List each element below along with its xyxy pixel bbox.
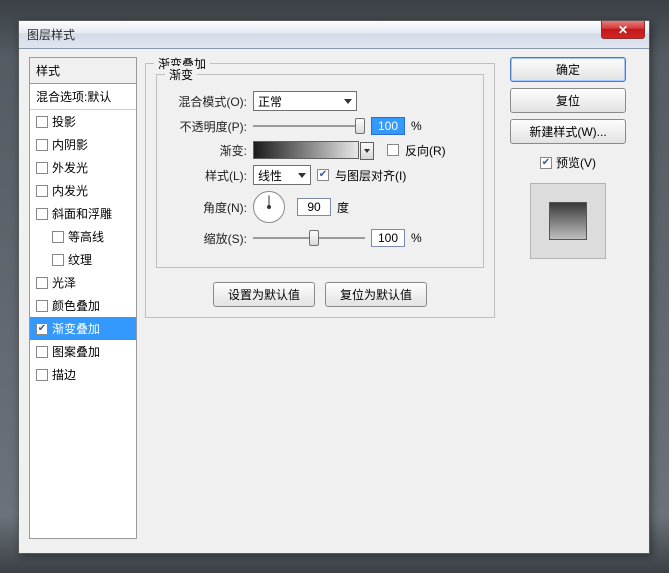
- align-label: 与图层对齐(I): [335, 167, 406, 184]
- scale-row: 缩放(S): 100 %: [169, 229, 471, 247]
- angle-label: 角度(N):: [169, 199, 247, 216]
- style-checkbox[interactable]: [36, 346, 48, 358]
- styles-list: 混合选项:默认投影内阴影外发光内发光斜面和浮雕等高线纹理光泽颜色叠加 ✔ 渐变叠加图…: [29, 83, 137, 539]
- style-item-11[interactable]: 图案叠加: [30, 340, 136, 363]
- styles-header: 样式: [29, 57, 137, 83]
- reset-default-button[interactable]: 复位为默认值: [325, 282, 427, 307]
- style-item-2[interactable]: 内阴影: [30, 133, 136, 156]
- preview-box: [530, 183, 606, 259]
- close-button[interactable]: ✕: [601, 21, 645, 39]
- style-select[interactable]: 线性: [253, 165, 311, 185]
- style-value: 线性: [258, 167, 282, 184]
- style-item-9[interactable]: 颜色叠加: [30, 294, 136, 317]
- gradient-label: 渐变:: [169, 142, 247, 159]
- style-checkbox[interactable]: [36, 116, 48, 128]
- angle-dial[interactable]: [253, 191, 285, 223]
- opacity-label: 不透明度(P):: [169, 118, 247, 135]
- style-item-0[interactable]: 混合选项:默认: [30, 84, 136, 110]
- style-item-label: 颜色叠加: [52, 297, 100, 314]
- scale-label: 缩放(S):: [169, 230, 247, 247]
- style-item-label: 光泽: [52, 274, 76, 291]
- style-item-label: 斜面和浮雕: [52, 205, 112, 222]
- style-item-label: 投影: [52, 113, 76, 130]
- gradient-dropdown[interactable]: [360, 142, 374, 160]
- pct-label: %: [411, 119, 425, 133]
- blend-mode-label: 混合模式(O):: [169, 93, 247, 110]
- chevron-down-icon: [364, 149, 370, 153]
- reverse-label: 反向(R): [405, 142, 446, 159]
- style-item-label: 描边: [52, 366, 76, 383]
- blend-mode-row: 混合模式(O): 正常: [169, 91, 471, 111]
- preview-label: 预览(V): [556, 154, 596, 171]
- style-checkbox[interactable]: [36, 162, 48, 174]
- blend-mode-value: 正常: [258, 93, 282, 110]
- style-item-label: 纹理: [68, 251, 92, 268]
- opacity-slider[interactable]: [253, 118, 365, 134]
- style-item-label: 混合选项:默认: [36, 88, 111, 105]
- right-column: 确定 复位 新建样式(W)... ✔ 预览(V): [503, 57, 633, 543]
- blend-mode-select[interactable]: 正常: [253, 91, 357, 111]
- angle-row: 角度(N): 90 度: [169, 191, 471, 223]
- opacity-input[interactable]: 100: [371, 117, 405, 135]
- style-checkbox[interactable]: [36, 300, 48, 312]
- reverse-checkbox[interactable]: [387, 144, 399, 156]
- ok-button[interactable]: 确定: [510, 57, 626, 82]
- scale-input[interactable]: 100: [371, 229, 405, 247]
- style-checkbox[interactable]: ✔: [36, 323, 48, 335]
- angle-input[interactable]: 90: [297, 198, 331, 216]
- options-column: 渐变叠加 渐变 混合模式(O): 正常 不透明度(P):: [145, 57, 495, 543]
- preview-check-row: ✔ 预览(V): [540, 154, 596, 171]
- dialog-title: 图层样式: [27, 26, 75, 43]
- style-item-label: 外发光: [52, 159, 88, 176]
- dialog-body: 样式 混合选项:默认投影内阴影外发光内发光斜面和浮雕等高线纹理光泽颜色叠加✔渐变…: [19, 49, 649, 553]
- style-checkbox[interactable]: [36, 139, 48, 151]
- style-checkbox[interactable]: [36, 185, 48, 197]
- style-item-5[interactable]: 斜面和浮雕: [30, 202, 136, 225]
- angle-unit: 度: [337, 199, 349, 216]
- pct-label: %: [411, 231, 425, 245]
- style-item-7[interactable]: 纹理: [30, 248, 136, 271]
- gradient-picker[interactable]: [253, 141, 359, 159]
- set-default-button[interactable]: 设置为默认值: [213, 282, 315, 307]
- style-item-4[interactable]: 内发光: [30, 179, 136, 202]
- style-checkbox[interactable]: [52, 231, 64, 243]
- titlebar[interactable]: 图层样式 ✕: [19, 21, 649, 49]
- style-item-6[interactable]: 等高线: [30, 225, 136, 248]
- styles-column: 样式 混合选项:默认投影内阴影外发光内发光斜面和浮雕等高线纹理光泽颜色叠加 ✔ 渐变…: [29, 57, 137, 543]
- style-label: 样式(L):: [169, 167, 247, 184]
- style-row: 样式(L): 线性 ✔ 与图层对齐(I): [169, 165, 471, 185]
- style-checkbox[interactable]: [36, 277, 48, 289]
- style-item-label: 内阴影: [52, 136, 88, 153]
- style-item-label: 渐变叠加: [52, 320, 100, 337]
- gradient-subgroup: 渐变 混合模式(O): 正常 不透明度(P): 100: [156, 74, 484, 268]
- style-item-8[interactable]: 光泽: [30, 271, 136, 294]
- style-item-3[interactable]: 外发光: [30, 156, 136, 179]
- style-checkbox[interactable]: [36, 369, 48, 381]
- layer-style-dialog: 图层样式 ✕ 样式 混合选项:默认投影内阴影外发光内发光斜面和浮雕等高线纹理光泽…: [18, 20, 650, 554]
- new-style-button[interactable]: 新建样式(W)...: [510, 119, 626, 144]
- preview-swatch: [549, 202, 587, 240]
- style-item-label: 内发光: [52, 182, 88, 199]
- reset-button[interactable]: 复位: [510, 88, 626, 113]
- subgroup-legend: 渐变: [165, 66, 197, 83]
- chevron-down-icon: [298, 173, 306, 178]
- style-item-1[interactable]: 投影: [30, 110, 136, 133]
- style-item-10[interactable]: ✔ 渐变叠加: [30, 317, 136, 340]
- style-item-label: 图案叠加: [52, 343, 100, 360]
- preview-checkbox[interactable]: ✔: [540, 157, 552, 169]
- align-checkbox[interactable]: ✔: [317, 169, 329, 181]
- style-checkbox[interactable]: [52, 254, 64, 266]
- style-item-label: 等高线: [68, 228, 104, 245]
- scale-slider[interactable]: [253, 230, 365, 246]
- chevron-down-icon: [344, 99, 352, 104]
- default-buttons-row: 设置为默认值 复位为默认值: [156, 282, 484, 307]
- close-icon: ✕: [618, 23, 628, 37]
- gradient-row: 渐变: 反向(R): [169, 141, 471, 159]
- style-item-12[interactable]: 描边: [30, 363, 136, 386]
- opacity-row: 不透明度(P): 100 %: [169, 117, 471, 135]
- gradient-overlay-group: 渐变叠加 渐变 混合模式(O): 正常 不透明度(P):: [145, 63, 495, 318]
- style-checkbox[interactable]: [36, 208, 48, 220]
